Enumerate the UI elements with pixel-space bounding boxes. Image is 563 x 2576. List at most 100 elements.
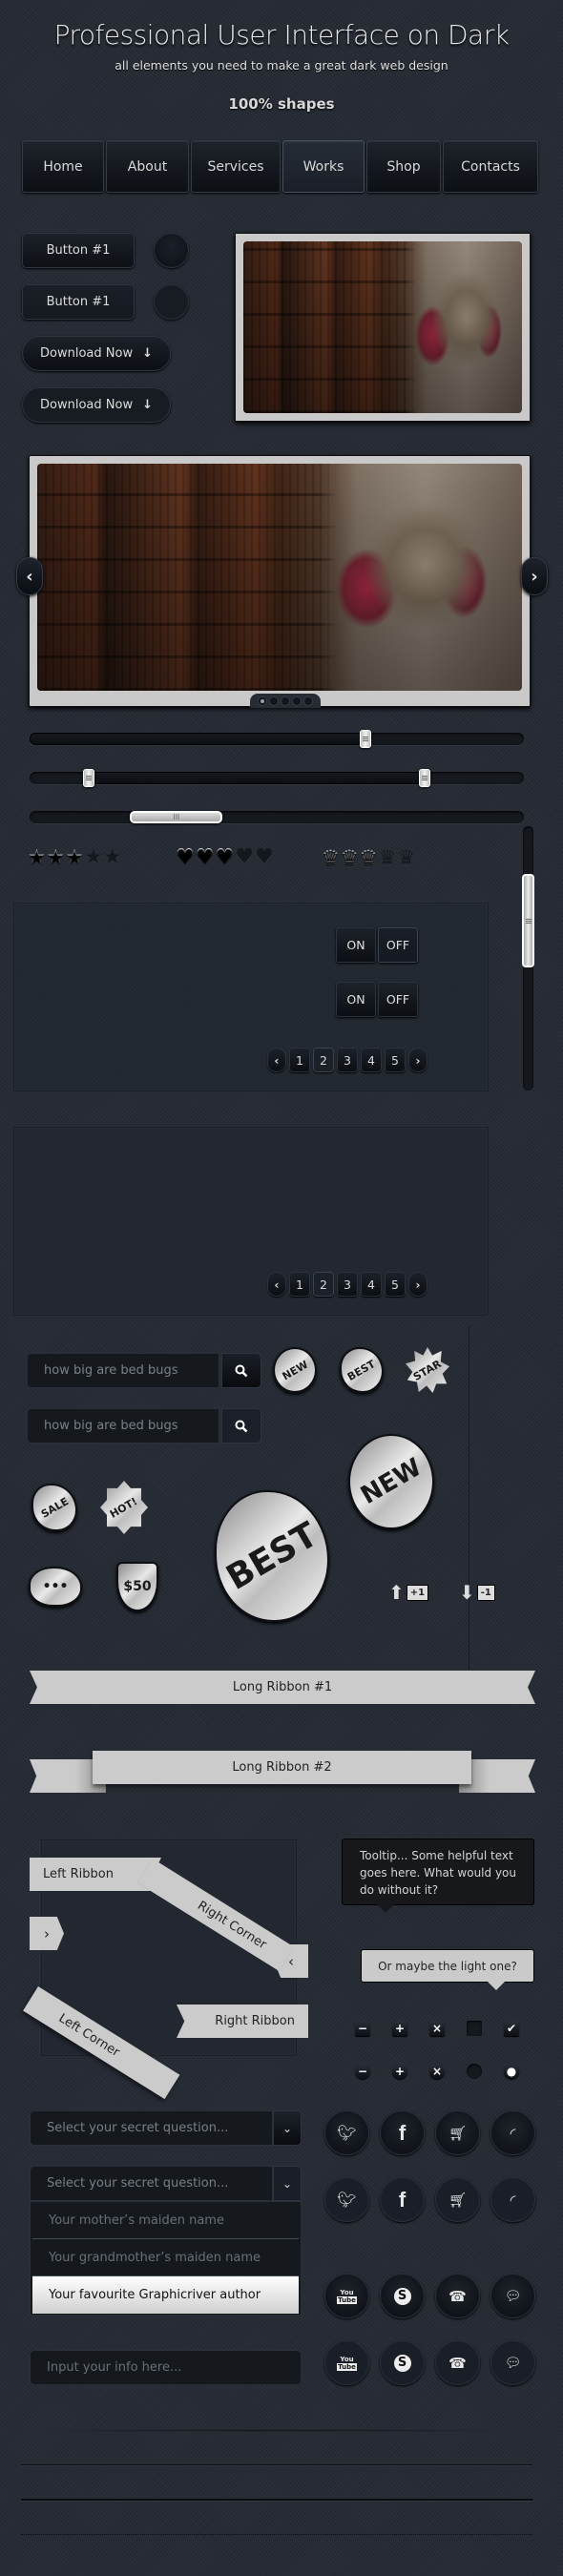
cart-button[interactable]: 🛒︎	[435, 2177, 480, 2222]
page-2[interactable]: 2	[313, 1272, 334, 1297]
crown-icon[interactable]: ♛	[360, 848, 378, 868]
heart-icon[interactable]: ♥	[235, 847, 254, 868]
heart-icon[interactable]: ♥	[176, 847, 195, 868]
range-slider[interactable]	[30, 769, 524, 787]
nav-item-works[interactable]: Works	[282, 140, 365, 193]
facebook-button[interactable]: f	[380, 2110, 425, 2155]
round-button-flat[interactable]	[154, 284, 189, 320]
page-5[interactable]: 5	[385, 1272, 406, 1297]
vote-down-button[interactable]: ⬇ -1	[459, 1579, 495, 1606]
chevron-down-icon[interactable]: ⌄	[273, 2110, 302, 2146]
toggle-switch[interactable]: ON OFF	[336, 927, 418, 963]
horizontal-scrollbar[interactable]: III	[30, 811, 524, 823]
close-icon[interactable]: ×	[429, 2064, 445, 2079]
page-5[interactable]: 5	[385, 1048, 406, 1072]
pagination-prev[interactable]: ‹	[267, 1048, 286, 1072]
search-button[interactable]	[221, 1353, 261, 1388]
plus-icon[interactable]: +	[392, 2021, 407, 2036]
toggle-off[interactable]: OFF	[378, 982, 418, 1017]
crown-icon[interactable]: ♛	[322, 848, 340, 868]
chat-button[interactable]: 💬︎	[490, 2274, 535, 2318]
toggle-switch[interactable]: ON OFF	[336, 982, 418, 1017]
vertical-scrollbar[interactable]	[522, 826, 534, 1091]
youtube-button[interactable]: You Tube	[324, 2340, 369, 2385]
crown-icon[interactable]: ♛	[397, 848, 415, 868]
minus-icon[interactable]: −	[355, 2021, 370, 2036]
select-value[interactable]: Select your secret question...	[30, 2110, 273, 2146]
star-icon[interactable]: ★	[47, 847, 65, 867]
plus-icon[interactable]: +	[392, 2064, 407, 2079]
youtube-button[interactable]: You Tube	[324, 2274, 369, 2318]
info-input[interactable]: Input your info here...	[30, 2350, 302, 2385]
search-input[interactable]: how big are bed bugs	[27, 1408, 219, 1444]
nav-item-shop[interactable]: Shop	[366, 140, 441, 193]
skype-button[interactable]: S	[380, 2340, 425, 2385]
vote-up-button[interactable]: ⬆ +1	[388, 1579, 429, 1606]
star-icon[interactable]: ★	[84, 847, 102, 867]
search-button[interactable]	[221, 1408, 261, 1444]
select-option-highlighted[interactable]: Your favourite Graphicriver author	[32, 2276, 299, 2314]
pagination-prev[interactable]: ‹	[267, 1272, 286, 1297]
phone-button[interactable]: ☎	[435, 2340, 480, 2385]
heart-icon[interactable]: ♥	[255, 847, 274, 868]
slider-dot[interactable]	[258, 696, 267, 706]
page-2[interactable]: 2	[313, 1048, 334, 1072]
slider-dot[interactable]	[292, 696, 302, 706]
facebook-button[interactable]: f	[380, 2177, 425, 2222]
chat-button[interactable]: 💬︎	[490, 2340, 535, 2385]
page-4[interactable]: 4	[361, 1272, 382, 1297]
slider-dot[interactable]	[281, 696, 290, 706]
toggle-on[interactable]: ON	[336, 982, 376, 1017]
checkbox-checked[interactable]: ✔	[504, 2021, 519, 2036]
ribbon-tab-right[interactable]: ›	[30, 1917, 64, 1950]
slider-dot[interactable]	[269, 696, 279, 706]
radio-checked[interactable]: ●	[504, 2064, 519, 2079]
download-button-flat[interactable]: Download Now ↓	[22, 387, 171, 423]
radio-unchecked[interactable]	[467, 2064, 482, 2079]
page-3[interactable]: 3	[337, 1272, 358, 1297]
nav-item-home[interactable]: Home	[22, 140, 104, 193]
twitter-button[interactable]: 🐦︎	[324, 2110, 369, 2155]
download-button[interactable]: Download Now ↓	[22, 336, 171, 371]
secret-question-select-open[interactable]: Select your secret question... ⌄	[30, 2166, 302, 2201]
skype-button[interactable]: S	[380, 2274, 425, 2318]
phone-button[interactable]: ☎	[435, 2274, 480, 2318]
heart-icon[interactable]: ♥	[215, 847, 234, 868]
slider-dot[interactable]	[303, 696, 313, 706]
page-4[interactable]: 4	[361, 1048, 382, 1072]
pagination-next[interactable]: ›	[408, 1048, 427, 1072]
nav-item-about[interactable]: About	[106, 140, 189, 193]
slider-next-button[interactable]: ›	[521, 557, 548, 595]
secret-question-select[interactable]: Select your secret question... ⌄	[30, 2110, 302, 2146]
slider-handle[interactable]	[360, 730, 372, 748]
star-icon[interactable]: ★	[28, 847, 46, 867]
heart-rating[interactable]: ♥ ♥ ♥ ♥ ♥	[176, 847, 274, 868]
checkbox-unchecked[interactable]	[467, 2021, 482, 2036]
vertical-scroll-thumb[interactable]	[522, 874, 534, 968]
nav-item-services[interactable]: Services	[191, 140, 281, 193]
select-option[interactable]: Your grandmother’s maiden name	[32, 2239, 299, 2276]
slider-prev-button[interactable]: ‹	[16, 557, 43, 595]
page-3[interactable]: 3	[337, 1048, 358, 1072]
button-1[interactable]: Button #1	[22, 233, 135, 268]
minus-icon[interactable]: −	[355, 2064, 370, 2079]
round-button[interactable]	[154, 233, 189, 268]
close-icon[interactable]: ×	[429, 2021, 445, 2036]
single-slider[interactable]	[30, 730, 524, 748]
page-1[interactable]: 1	[289, 1272, 310, 1297]
star-icon[interactable]: ★	[66, 847, 84, 867]
twitter-button[interactable]: 🐦︎	[324, 2177, 369, 2222]
toggle-off[interactable]: OFF	[378, 927, 418, 963]
select-option[interactable]: Your mother’s maiden name	[32, 2202, 299, 2239]
button-1-flat[interactable]: Button #1	[22, 284, 135, 320]
range-handle-high[interactable]	[419, 769, 431, 787]
rss-button[interactable]: ◜	[490, 2110, 535, 2155]
crown-rating[interactable]: ♛ ♛ ♛ ♛ ♛	[322, 848, 415, 868]
nav-item-contacts[interactable]: Contacts	[443, 140, 538, 193]
star-icon[interactable]: ★	[103, 847, 121, 867]
heart-icon[interactable]: ♥	[196, 847, 215, 868]
rss-button[interactable]: ◜	[490, 2177, 535, 2222]
cart-button[interactable]: 🛒︎	[435, 2110, 480, 2155]
search-input[interactable]: how big are bed bugs	[27, 1353, 219, 1388]
select-value[interactable]: Select your secret question...	[30, 2166, 273, 2201]
